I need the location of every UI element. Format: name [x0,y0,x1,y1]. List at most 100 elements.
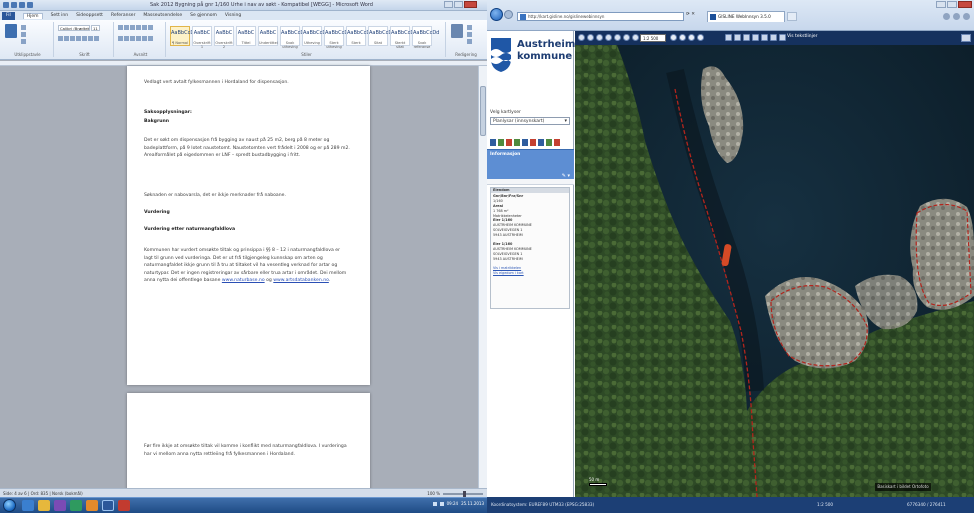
line-spacing-icon[interactable] [142,36,147,41]
bold-icon[interactable] [58,36,63,41]
style-intense-quote[interactable]: AaBbCcDd Sterkt sitat [390,26,417,49]
format-painter-icon[interactable] [21,39,26,44]
fullscreen-button[interactable] [961,34,971,42]
shading-icon[interactable] [148,36,153,41]
tab-view[interactable]: Visning [225,13,241,18]
undo-icon[interactable] [19,2,25,8]
align-left-icon[interactable] [118,36,123,41]
tab-references[interactable]: Referanser [111,13,135,18]
tab-mailings[interactable]: Masseutsendelse [143,13,182,18]
text-color-icon[interactable] [94,36,99,41]
style-subtle-reference[interactable]: AaBbCcDd Svak referanse [412,26,439,49]
export-map-icon[interactable] [770,34,777,41]
bullets-icon[interactable] [118,25,123,30]
word-app-icon[interactable] [3,2,9,8]
text-labels-icon[interactable] [779,34,786,41]
align-center-icon[interactable] [124,36,129,41]
browser-minimize-button[interactable] [936,1,946,8]
redo-icon[interactable] [27,2,33,8]
font-size-select[interactable]: 11 [91,25,100,31]
style-intense-emphasis[interactable]: AaBbCcDd Sterk utheving [324,26,351,49]
maximize-button[interactable] [454,1,463,8]
settings-icon[interactable] [554,139,560,146]
draw-icon[interactable] [530,139,536,146]
style-subtle-emphasis[interactable]: AaBbCcDd Svak utheving [280,26,307,49]
scale-select[interactable]: 1:2 500 [640,34,666,42]
style-normal[interactable]: AaBbCcDd ¶ Normal [170,26,197,46]
change-styles-icon[interactable] [451,24,463,38]
layers-icon[interactable] [490,139,496,146]
map-view[interactable]: 1:2 500 Vis tekstlinjer 50 m Basiskart i… [575,31,974,497]
search-refresh-icon[interactable]: ⟳ ✕ [686,12,695,17]
subscript-icon[interactable] [82,36,87,41]
network-icon[interactable] [432,501,437,506]
share-icon[interactable] [538,139,544,146]
link-show-property-map[interactable]: Vis eigedom i kart [493,271,567,276]
map-viewer-select[interactable]: Planlysar (innsynskart) [490,117,570,125]
favorites-icon[interactable] [953,13,960,20]
taskbar-media-icon[interactable] [54,500,66,511]
browser-close-button[interactable] [958,1,972,8]
superscript-icon[interactable] [88,36,93,41]
draw-polygon-icon[interactable] [743,34,750,41]
tools-gear-icon[interactable] [963,13,970,20]
multilevel-icon[interactable] [130,25,135,30]
italic-icon[interactable] [64,36,69,41]
style-quote[interactable]: AaBbCcDd Sitat [368,26,395,46]
decrease-indent-icon[interactable] [136,25,141,30]
paste-icon[interactable] [5,24,17,38]
save-icon[interactable] [11,2,17,8]
taskbar-outlook-icon[interactable] [86,500,98,511]
help-icon[interactable] [546,139,552,146]
select-tool-icon[interactable] [670,34,677,41]
taskbar-ie-icon[interactable] [22,500,34,511]
search-icon[interactable] [498,139,504,146]
aerial-photo[interactable] [575,31,974,497]
draw-point-icon[interactable] [725,34,732,41]
tab-review[interactable]: Se gjennom [190,13,217,18]
erase-icon[interactable] [752,34,759,41]
copy-icon[interactable] [21,32,26,37]
vertical-scrollbar[interactable] [478,66,487,488]
tab-file[interactable]: Fil [2,11,15,20]
layer-tool-icon[interactable] [697,34,704,41]
select-icon[interactable] [467,39,472,44]
scroll-thumb[interactable] [480,86,486,136]
forward-button[interactable] [504,10,513,19]
print-icon[interactable] [514,139,520,146]
start-button[interactable] [3,499,16,512]
close-button[interactable] [464,1,477,8]
new-tab-button[interactable] [787,12,797,21]
style-strong[interactable]: AaBbCcDd Sterk [346,26,373,46]
info-icon[interactable] [506,139,512,146]
style-heading-1[interactable]: AaBbC Overskrift 1 [192,26,212,49]
zoom-in-icon[interactable] [578,34,585,41]
tab-page-layout[interactable]: Sideoppsett [76,13,103,18]
numbering-icon[interactable] [124,25,129,30]
taskbar-explorer-icon[interactable] [38,500,50,511]
minimize-button[interactable] [444,1,453,8]
pan-icon[interactable] [596,34,603,41]
zoom-extent-icon[interactable] [605,34,612,41]
measure-icon[interactable] [522,139,528,146]
zoom-level[interactable]: 100 % [427,491,440,496]
sort-icon[interactable] [148,25,153,30]
browser-tab[interactable]: GISLINE WebInnsyn 3.5.0 [707,11,785,22]
strikethrough-icon[interactable] [76,36,81,41]
style-emphasis[interactable]: AaBbCcDd Utheving [302,26,329,46]
style-heading-2[interactable]: AaBbC Overskrift 2 [214,26,234,49]
text-labels-toggle[interactable]: Vis tekstlinjer [787,34,817,39]
align-right-icon[interactable] [130,36,135,41]
taskbar-acrobat-icon[interactable] [118,500,130,511]
increase-indent-icon[interactable] [142,25,147,30]
draw-line-icon[interactable] [734,34,741,41]
refresh-map-icon[interactable] [632,34,639,41]
find-icon[interactable] [467,25,472,30]
replace-icon[interactable] [467,32,472,37]
style-subtitle[interactable]: AaBbC Undertittel [258,26,278,46]
clock[interactable]: 09:24 [447,501,459,506]
style-title[interactable]: AaBbC Tittel [236,26,256,46]
address-bar[interactable]: http://kart.gisline.no/gislinewebinnsyn [517,12,684,21]
zoom-out-icon[interactable] [587,34,594,41]
tab-home[interactable]: Hjem [22,12,43,19]
